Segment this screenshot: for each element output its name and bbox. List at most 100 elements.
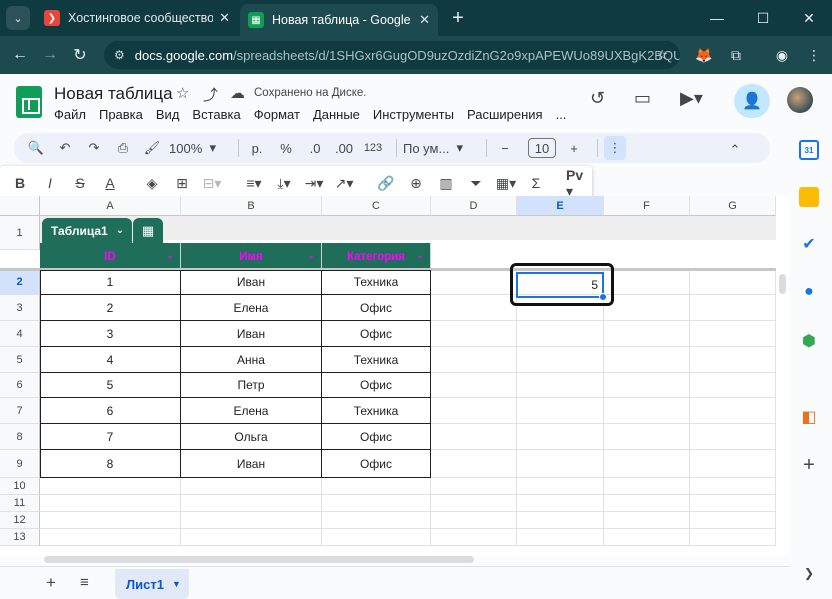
freeze-divider[interactable] [0, 268, 776, 271]
table-cell[interactable]: Техника [322, 347, 431, 373]
grid-cell[interactable] [181, 529, 322, 546]
menu-insert[interactable]: Вставка [192, 107, 240, 122]
row-header-12[interactable]: 12 [0, 512, 40, 529]
tasks-icon[interactable]: ✔ [799, 234, 819, 254]
grid-cell[interactable] [322, 512, 431, 529]
maximize-icon[interactable]: ☐ [740, 0, 786, 36]
text-color-icon[interactable]: A [98, 171, 122, 195]
close-tab-icon[interactable]: ✕ [219, 10, 230, 26]
column-header-c[interactable]: C [322, 196, 431, 216]
fill-handle[interactable] [599, 293, 607, 301]
font-size-increase-icon[interactable]: + [562, 136, 586, 160]
grid-cell[interactable] [517, 398, 604, 424]
table-cell[interactable]: Елена [181, 398, 322, 424]
insert-chart-icon[interactable]: ▥ [434, 171, 458, 195]
column-header-e[interactable]: E [517, 196, 604, 216]
row-header-10[interactable]: 10 [0, 478, 40, 495]
column-header-d[interactable]: D [431, 196, 517, 216]
table-cell[interactable]: Ольга [181, 424, 322, 450]
grid-cell[interactable] [604, 512, 690, 529]
table-cell[interactable]: 3 [40, 321, 181, 347]
vertical-align-icon[interactable]: ⤓▾ [272, 171, 296, 195]
grid-cell[interactable] [517, 347, 604, 373]
menu-tools[interactable]: Инструменты [373, 107, 454, 122]
grid-cell[interactable] [431, 321, 517, 347]
table-header-cell[interactable]: Имя ⌄ [181, 243, 322, 270]
column-header-b[interactable]: B [181, 196, 322, 216]
grid-cell[interactable] [604, 398, 690, 424]
font-select[interactable]: По ум... ▾ [403, 136, 475, 160]
grid-cell[interactable] [604, 495, 690, 512]
version-history-icon[interactable]: ↺ [590, 88, 605, 109]
tab-search-button[interactable]: ⌄ [6, 6, 30, 30]
print-icon[interactable]: ⎙ [111, 136, 135, 160]
grid-cell[interactable] [322, 478, 431, 495]
menu-view[interactable]: Вид [156, 107, 180, 122]
row-header-13[interactable]: 13 [0, 529, 40, 546]
increase-decimal-button[interactable]: .00 [332, 136, 356, 160]
grid-cell[interactable] [690, 398, 776, 424]
grid-cell[interactable] [690, 424, 776, 450]
grid-cell[interactable] [604, 373, 690, 398]
grid-cell[interactable] [604, 478, 690, 495]
font-size-input[interactable]: 10 [528, 138, 556, 158]
minimize-icon[interactable]: — [694, 0, 740, 36]
new-tab-button[interactable]: + [446, 6, 470, 30]
table-cell[interactable]: Офис [322, 450, 431, 478]
grid-cell[interactable] [517, 424, 604, 450]
star-icon[interactable]: ☆ [176, 84, 189, 102]
grid-cell[interactable] [431, 270, 517, 295]
forward-arrow-icon[interactable]: → [38, 43, 62, 67]
grid-cell[interactable] [181, 512, 322, 529]
grid-cell[interactable] [690, 347, 776, 373]
grid-cell[interactable] [690, 295, 776, 321]
select-all-corner[interactable] [0, 196, 40, 216]
menu-file[interactable]: Файл [54, 107, 86, 122]
font-size-decrease-icon[interactable]: − [493, 136, 517, 160]
table-cell[interactable]: Офис [322, 424, 431, 450]
table-cell[interactable]: Техника [322, 398, 431, 424]
grid-cell[interactable] [690, 529, 776, 546]
row-header-3[interactable]: 3 [0, 295, 40, 321]
cell-selection[interactable] [516, 272, 607, 301]
grid-cell[interactable] [181, 495, 322, 512]
grid-cell[interactable] [431, 398, 517, 424]
merge-cells-icon[interactable]: ⊟▾ [200, 171, 224, 195]
filter-views-icon[interactable]: ▦▾ [494, 171, 518, 195]
grid-cell[interactable] [604, 529, 690, 546]
insert-comment-icon[interactable]: ⊕ [404, 171, 428, 195]
grid-cell[interactable] [604, 450, 690, 478]
more-formats-button[interactable]: 123 [361, 136, 385, 160]
grid-cell[interactable] [40, 495, 181, 512]
calendar-icon[interactable]: 31 [799, 140, 819, 160]
zoom-select[interactable]: 100% ▾ [169, 136, 227, 160]
add-sheet-icon[interactable]: + [46, 573, 56, 593]
grid-cell[interactable] [604, 321, 690, 347]
browser-tab-sheets[interactable]: ▦ Новая таблица - Google Табли ✕ [240, 4, 438, 36]
grid-cell[interactable] [517, 321, 604, 347]
table-cell[interactable]: 5 [40, 373, 181, 398]
undo-icon[interactable]: ↶ [53, 136, 77, 160]
table-cell[interactable]: Елена [181, 295, 322, 321]
table-cell[interactable]: Офис [322, 373, 431, 398]
grid-cell[interactable] [517, 450, 604, 478]
grid-cell[interactable] [690, 270, 776, 295]
grid-cell[interactable] [431, 529, 517, 546]
office-addon-icon[interactable]: ◧ [799, 407, 819, 427]
row-header-9[interactable]: 9 [0, 450, 40, 478]
filter-icon[interactable]: ⏷ [464, 171, 488, 195]
grid-cell[interactable] [517, 495, 604, 512]
comments-icon[interactable]: ▭ [634, 88, 651, 109]
grid-cell[interactable] [431, 478, 517, 495]
close-tab-icon[interactable]: ✕ [419, 12, 430, 28]
vertical-scrollbar[interactable] [776, 196, 790, 556]
column-filter-icon[interactable]: ⌄ [416, 250, 424, 261]
borders-icon[interactable]: ⊞ [170, 171, 194, 195]
extensions-puzzle-icon[interactable]: ⧉ [724, 43, 748, 67]
grid-cell[interactable] [690, 478, 776, 495]
fill-color-icon[interactable]: ◈ [140, 171, 164, 195]
browser-tab-hosting[interactable]: ❯ Хостинговое сообщество «Tim ✕ [36, 4, 238, 32]
address-bar[interactable]: ⚙ docs.google.com /spreadsheets/d/1SHGxr… [104, 41, 680, 69]
all-sheets-icon[interactable]: ≡ [80, 574, 89, 591]
redo-icon[interactable]: ↷ [82, 136, 106, 160]
